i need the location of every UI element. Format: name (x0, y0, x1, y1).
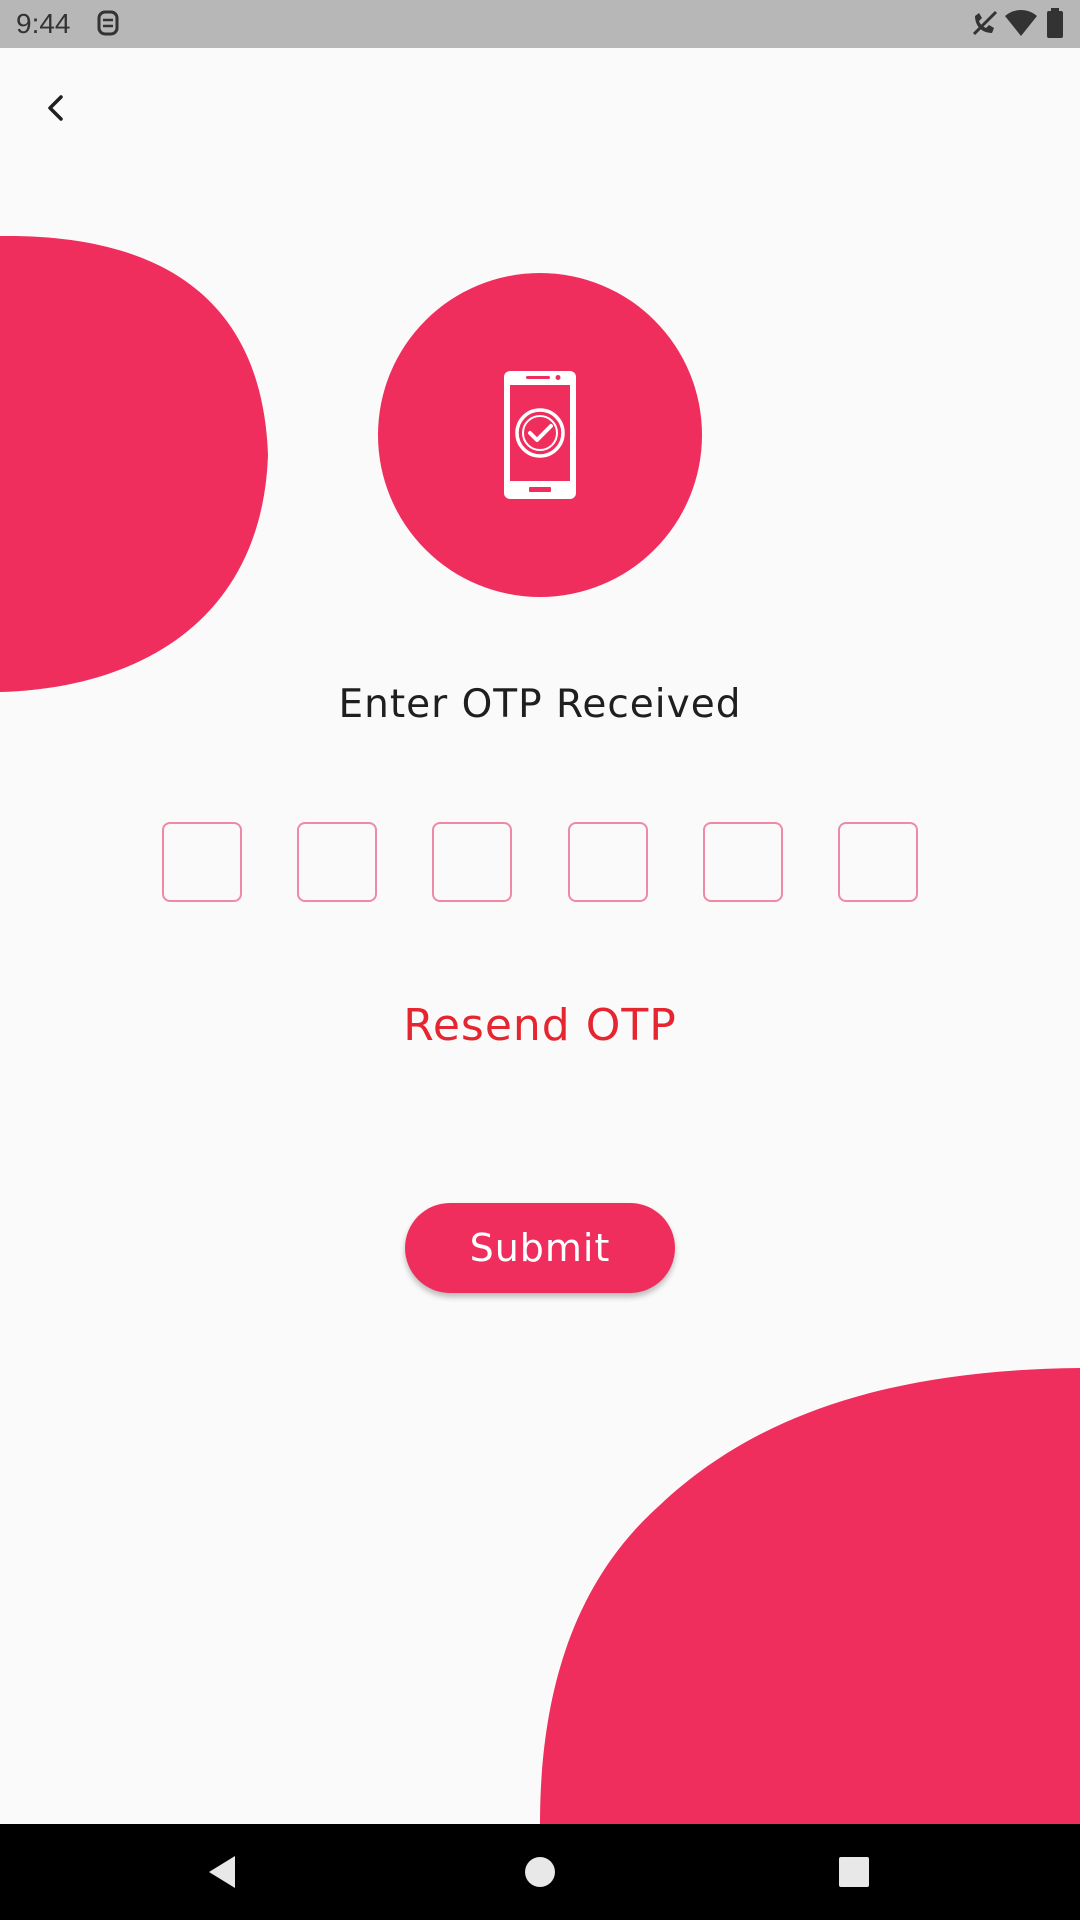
wifi-icon (1004, 8, 1038, 42)
nav-recents-button[interactable] (830, 1848, 878, 1896)
top-left-blob (0, 235, 268, 692)
otp-digit-6[interactable] (837, 822, 918, 902)
notification-icon (96, 8, 120, 42)
call-muted-icon (970, 8, 1000, 42)
status-bar: 9:44 (0, 0, 1080, 48)
bottom-right-blob (540, 1368, 1080, 1824)
otp-digit-2[interactable] (297, 822, 378, 902)
otp-digit-5[interactable] (702, 822, 783, 902)
status-time: 9:44 (16, 8, 71, 39)
hero-circle (378, 273, 702, 597)
nav-recents-icon (839, 1857, 869, 1887)
nav-back-button[interactable] (198, 1848, 246, 1896)
page-title: Enter OTP Received (338, 682, 742, 727)
otp-screen: 9:44 Enter OTP Received Resend OTP Submi… (0, 0, 1080, 1920)
otp-digit-1[interactable] (162, 822, 242, 902)
battery-icon (1046, 8, 1064, 42)
resend-otp-link[interactable]: Resend OTP (0, 1000, 1080, 1051)
otp-digit-4[interactable] (567, 822, 648, 902)
nav-home-button[interactable] (516, 1848, 564, 1896)
navigation-bar (0, 1824, 1080, 1920)
nav-home-icon (525, 1857, 555, 1887)
otp-digit-3[interactable] (432, 822, 513, 902)
otp-input-row (162, 822, 918, 902)
phone-check-icon (504, 371, 576, 499)
submit-button[interactable]: Submit (405, 1203, 675, 1293)
nav-back-icon (209, 1856, 235, 1888)
